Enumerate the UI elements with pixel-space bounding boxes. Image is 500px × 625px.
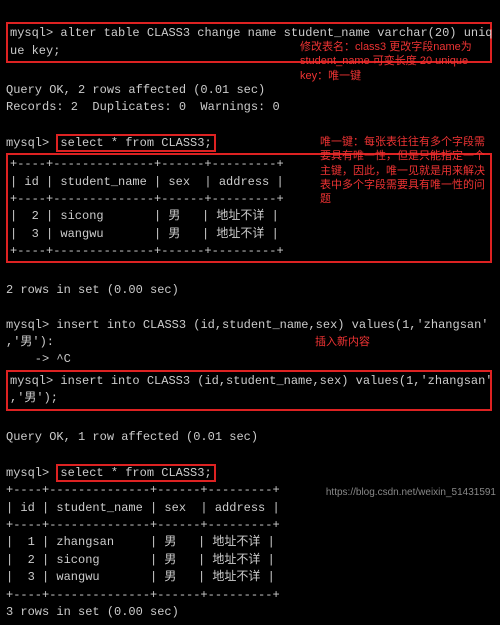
table-header: | id | student_name | sex | address | [10,175,284,189]
table-border: +----+--------------+------+---------+ [10,192,284,206]
sql-alter-cont: ue key; [10,44,60,58]
result-rows: 3 rows in set (0.00 sec) [6,605,179,619]
result-ok: Query OK, 1 row affected (0.01 sec) [6,430,258,444]
prompt: mysql> [6,466,56,480]
table-row: | 3 | wangwu | 男 | 地址不详 | [6,570,275,584]
table-row: | 2 | sicong | 男 | 地址不详 | [10,209,279,223]
sql-insert-bad: insert into CLASS3 (id,student_name,sex)… [56,318,488,332]
highlight-select1: select * from CLASS3; [56,134,215,152]
highlight-insert: mysql> insert into CLASS3 (id,student_na… [6,370,492,411]
table-border: +----+--------------+------+---------+ [6,518,280,532]
prompt: mysql> [6,318,56,332]
annotation-alter: 修改表名：class3 更改字段name为student_name 可变长度 2… [300,40,490,83]
highlight-select2: select * from CLASS3; [56,464,215,482]
result-records: Records: 2 Duplicates: 0 Warnings: 0 [6,100,280,114]
table-border: +----+--------------+------+---------+ [6,588,280,602]
prompt: mysql> [10,374,60,388]
table-row: | 3 | wangwu | 男 | 地址不详 | [10,227,279,241]
prompt: mysql> [10,26,60,40]
table-header: | id | student_name | sex | address | [6,501,280,515]
result-rows: 2 rows in set (0.00 sec) [6,283,179,297]
table-row: | 2 | sicong | 男 | 地址不详 | [6,553,275,567]
sql-insert: insert into CLASS3 (id,student_name,sex)… [60,374,492,388]
table-row: | 1 | zhangsan | 男 | 地址不详 | [6,535,275,549]
sql-insert-bad-cont: ,'男'): [6,335,54,349]
annotation-unique-key: 唯一键：每张表往往有多个字段需要具有唯一性，但是只能指定一个主键，因此，唯一见就… [320,135,495,206]
cancel: -> ^C [6,352,71,366]
table-border: +----+--------------+------+---------+ [10,244,284,258]
result-ok: Query OK, 2 rows affected (0.01 sec) [6,83,265,97]
table-border: +----+--------------+------+---------+ [10,157,284,171]
sql-alter: alter table CLASS3 change name student_n… [60,26,492,40]
sql-insert-cont: ,'男'); [10,391,58,405]
table-border: +----+--------------+------+---------+ [6,483,280,497]
terminal[interactable]: mysql> alter table CLASS3 change name st… [0,0,500,625]
prompt: mysql> [6,136,56,150]
watermark: https://blog.csdn.net/weixin_51431591 [326,487,496,498]
annotation-insert: 插入新内容 [315,335,465,349]
